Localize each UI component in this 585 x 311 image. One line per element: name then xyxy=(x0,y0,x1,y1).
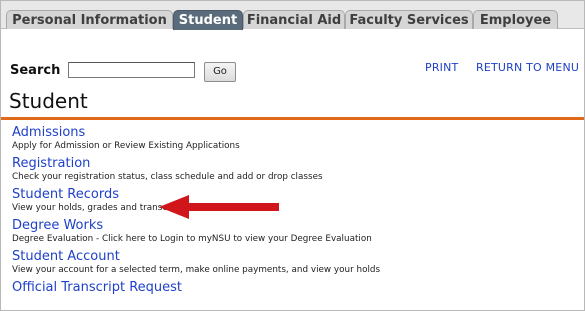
page-title: Student xyxy=(9,89,88,113)
app-frame: Personal Information Student Financial A… xyxy=(0,0,585,311)
menu-item-student-records: Student Records View your holds, grades … xyxy=(12,187,572,214)
title-divider xyxy=(1,117,584,120)
search-label: Search xyxy=(10,63,61,78)
student-records-description: View your holds, grades and transcripts xyxy=(12,203,187,213)
menu-item-degree-works: Degree Works Degree Evaluation - Click h… xyxy=(12,218,572,245)
student-account-description: View your account for a selected term, m… xyxy=(12,265,381,275)
student-account-link[interactable]: Student Account xyxy=(12,249,572,265)
registration-link[interactable]: Registration xyxy=(12,156,572,172)
student-records-link[interactable]: Student Records xyxy=(12,187,572,203)
tab-personal-information[interactable]: Personal Information xyxy=(6,10,173,29)
go-button[interactable]: Go xyxy=(204,62,236,82)
annotation-arrow-icon xyxy=(159,195,279,219)
registration-description: Check your registration status, class sc… xyxy=(12,172,323,182)
official-transcript-request-link[interactable]: Official Transcript Request xyxy=(12,280,572,296)
admissions-description: Apply for Admission or Review Existing A… xyxy=(12,141,240,151)
menu-item-official-transcript-request: Official Transcript Request xyxy=(12,280,572,296)
tab-faculty-services[interactable]: Faculty Services xyxy=(345,10,473,29)
tab-financial-aid[interactable]: Financial Aid xyxy=(243,10,345,29)
search-input[interactable] xyxy=(68,62,195,78)
admissions-link[interactable]: Admissions xyxy=(12,125,572,141)
student-menu: Admissions Apply for Admission or Review… xyxy=(12,125,572,296)
degree-works-link[interactable]: Degree Works xyxy=(12,218,572,234)
return-to-menu-link[interactable]: RETURN TO MENU xyxy=(476,61,579,74)
menu-item-registration: Registration Check your registration sta… xyxy=(12,156,572,183)
print-link[interactable]: PRINT xyxy=(425,61,458,74)
menu-item-admissions: Admissions Apply for Admission or Review… xyxy=(12,125,572,152)
degree-works-description: Degree Evaluation - Click here to Login … xyxy=(12,234,372,244)
tab-employee[interactable]: Employee xyxy=(473,10,558,29)
tab-bar: Personal Information Student Financial A… xyxy=(1,1,584,30)
tab-student[interactable]: Student xyxy=(173,10,243,30)
menu-item-student-account: Student Account View your account for a … xyxy=(12,249,572,276)
